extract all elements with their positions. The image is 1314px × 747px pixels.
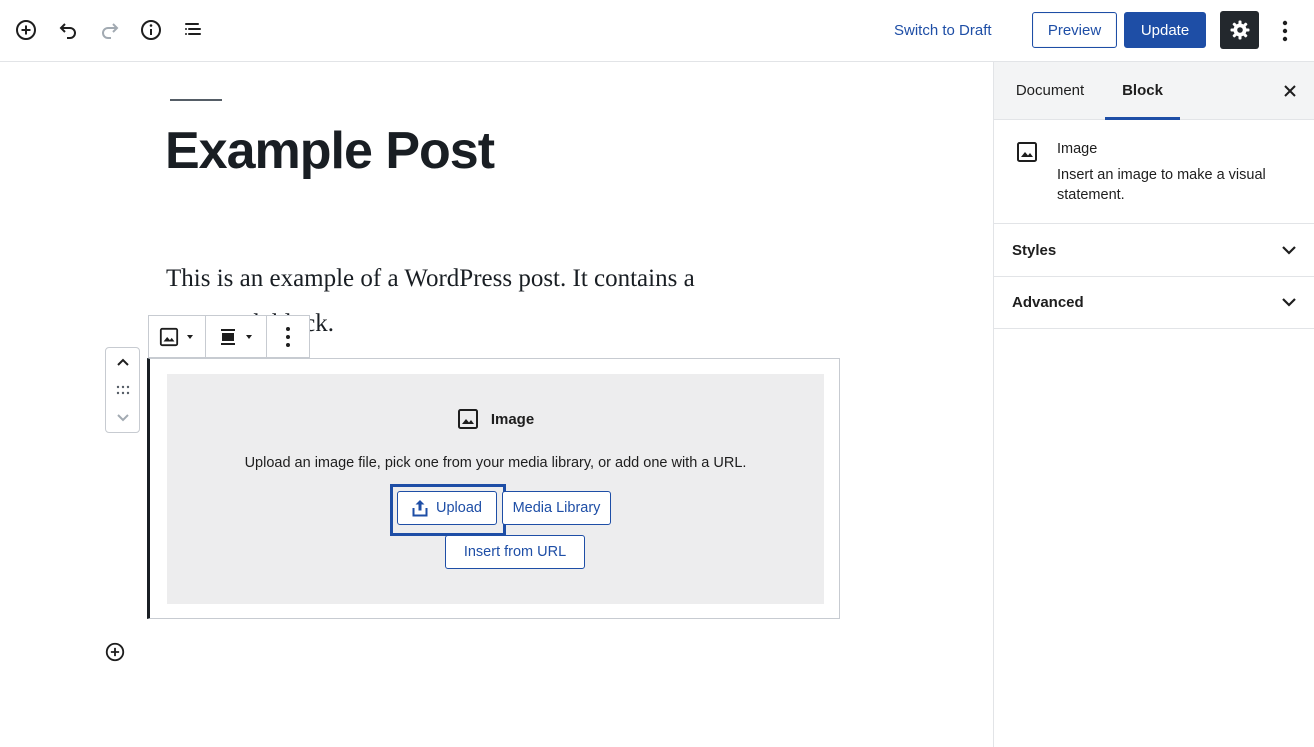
image-icon	[457, 409, 478, 429]
block-switcher-button[interactable]	[149, 316, 206, 357]
settings-sidebar: Document Block Image Insert an image to …	[993, 62, 1314, 747]
placeholder-title: Image	[490, 410, 535, 428]
panel-advanced-label: Advanced	[1012, 294, 1084, 311]
image-icon	[1017, 142, 1037, 162]
insert-from-url-button[interactable]: Insert from URL	[445, 535, 585, 569]
block-navigation-icon[interactable]	[178, 15, 208, 45]
redo-icon[interactable]	[95, 15, 125, 45]
chevron-down-icon	[1282, 298, 1296, 307]
media-library-button[interactable]: Media Library	[502, 491, 611, 525]
chevron-down-icon	[1282, 246, 1296, 255]
tab-block[interactable]: Block	[1105, 62, 1180, 120]
more-vertical-icon	[286, 326, 290, 347]
tab-document[interactable]: Document	[1002, 62, 1098, 120]
switch-to-draft-button[interactable]: Switch to Draft	[884, 16, 1002, 46]
align-button[interactable]	[206, 316, 267, 357]
image-placeholder: Image Upload an image file, pick one fro…	[167, 374, 824, 604]
gear-icon	[1230, 20, 1249, 40]
editor-header: Switch to Draft Preview Update	[0, 0, 1314, 62]
caret-down-icon	[187, 334, 193, 339]
block-card: Image Insert an image to make a visual s…	[994, 120, 1314, 224]
image-block[interactable]: Image Upload an image file, pick one fro…	[147, 358, 840, 619]
post-title[interactable]: Example Post	[165, 121, 495, 181]
align-center-icon	[221, 328, 235, 345]
upload-label: Upload	[436, 500, 482, 516]
block-more-options-button[interactable]	[267, 316, 309, 357]
upload-button[interactable]: Upload	[397, 491, 497, 525]
add-block-icon[interactable]	[103, 640, 127, 664]
upload-icon	[412, 500, 428, 517]
panel-styles-label: Styles	[1012, 242, 1057, 259]
sidebar-header: Document Block	[994, 62, 1314, 120]
block-mover	[105, 347, 140, 433]
more-options-icon[interactable]	[1273, 16, 1297, 46]
preview-button[interactable]: Preview	[1032, 12, 1117, 48]
block-toolbar	[148, 315, 310, 358]
add-block-icon[interactable]	[11, 15, 41, 45]
editor-canvas: Example Post This is an example of a Wor…	[0, 63, 993, 747]
panel-advanced[interactable]: Advanced	[994, 277, 1314, 329]
placeholder-label: Image	[167, 408, 824, 430]
move-up-button[interactable]	[106, 350, 139, 376]
undo-icon[interactable]	[53, 15, 83, 45]
info-icon[interactable]	[136, 15, 166, 45]
close-icon[interactable]	[1278, 79, 1302, 103]
image-icon	[159, 327, 179, 346]
drag-handle[interactable]	[106, 377, 139, 403]
placeholder-instructions: Upload an image file, pick one from your…	[244, 455, 747, 471]
block-card-description: Insert an image to make a visual stateme…	[1057, 167, 1266, 203]
block-card-title: Image	[1057, 141, 1098, 157]
caret-down-icon	[246, 334, 252, 339]
settings-button[interactable]	[1220, 11, 1259, 49]
move-down-button[interactable]	[106, 404, 139, 430]
update-button[interactable]: Update	[1124, 12, 1206, 48]
title-divider	[170, 99, 222, 101]
panel-styles[interactable]: Styles	[994, 225, 1314, 277]
